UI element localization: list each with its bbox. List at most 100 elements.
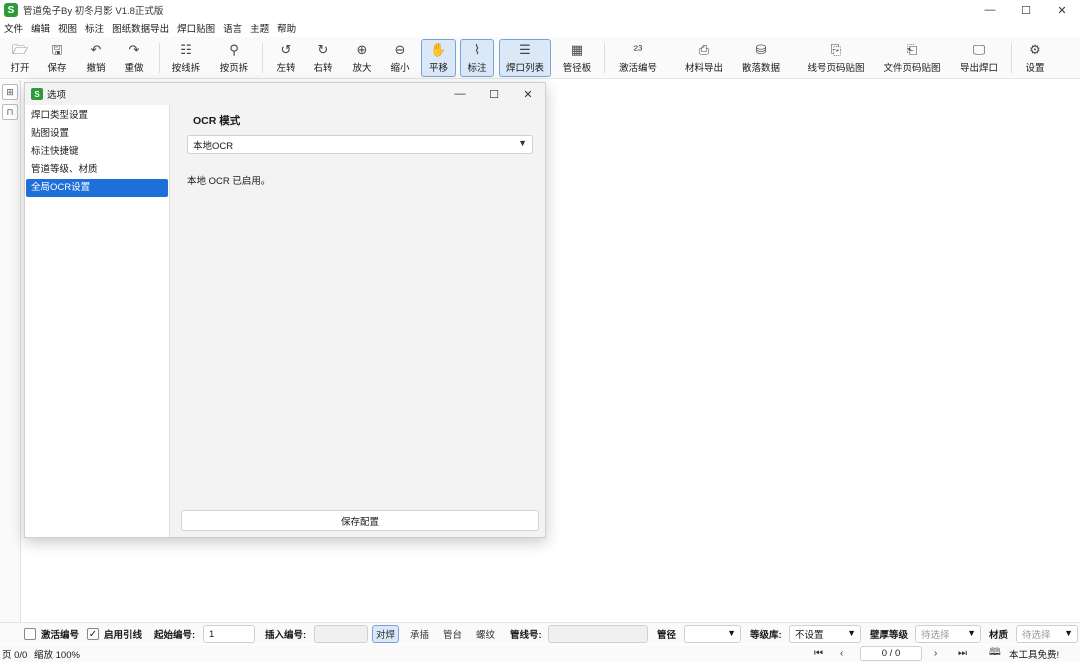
last-page-icon[interactable]: ⏭: [958, 645, 967, 662]
rotate-right-button[interactable]: ↻ 右转: [306, 39, 340, 77]
next-page-icon[interactable]: ›: [934, 645, 937, 662]
ocr-mode-heading: OCR 模式: [193, 115, 241, 127]
zoom-in-button[interactable]: ⊕ 放大: [345, 39, 379, 77]
menu-edit[interactable]: 编辑: [31, 21, 50, 35]
start-number-label: 起始编号:: [154, 630, 196, 641]
rotate-left-icon: ↺: [280, 42, 292, 57]
menu-help[interactable]: 帮助: [277, 21, 296, 35]
wall-grade-select[interactable]: 待选择 ▼: [915, 625, 981, 643]
activate-number-button[interactable]: ²³ 激活编号: [614, 39, 662, 77]
section-global-ocr[interactable]: 全局OCR设置: [26, 179, 168, 197]
start-number-group: 起始编号:: [154, 625, 195, 643]
file-page-map-button[interactable]: ⎗ 文件页码贴图: [880, 39, 944, 77]
pipe-size-select[interactable]: ▼: [684, 625, 741, 643]
export-weld-label: 导出焊口: [959, 63, 998, 74]
maximize-button[interactable]: ☐: [1008, 0, 1044, 20]
weld-type-butt[interactable]: 对焊: [372, 625, 400, 643]
settings-label: 设置: [1025, 63, 1045, 74]
enable-leader-label: 启用引线: [104, 630, 143, 641]
bookmark-icon[interactable]: ⊓: [2, 104, 18, 120]
redo-button[interactable]: ↷ 重做: [117, 39, 151, 77]
toolbar: 🗁 打开 🖫 保存 ↶ 撤销 ↷ 重做 ☷ 按线拆 ⚲ 按页拆 ↺ 左转 ↻ 右…: [0, 37, 1080, 79]
pipe-board-button[interactable]: ▦ 管径板: [558, 39, 596, 77]
menu-drawing-export[interactable]: 图纸数据导出: [112, 21, 169, 35]
save-config-button[interactable]: 保存配置: [181, 510, 539, 531]
annotate-button[interactable]: ⌇ 标注: [460, 39, 494, 77]
rotate-right-label: 右转: [313, 63, 333, 74]
folder-open-icon: 🗁: [11, 42, 29, 57]
page-number-input[interactable]: 0 / 0: [860, 646, 922, 661]
material-group: 材质: [989, 625, 1008, 643]
export-weld-button[interactable]: 🖵 导出焊口: [955, 39, 1003, 77]
split-by-page-label: 按页拆: [219, 63, 249, 74]
menu-language[interactable]: 语言: [223, 21, 242, 35]
wall-grade-placeholder: 待选择: [921, 630, 950, 641]
start-number-group: 1: [203, 625, 255, 643]
minimize-button[interactable]: —: [972, 0, 1008, 20]
section-map-settings[interactable]: 贴图设置: [26, 125, 168, 143]
material-select[interactable]: 待选择 ▼: [1016, 625, 1078, 643]
material-group: 待选择 ▼: [1016, 625, 1078, 643]
material-placeholder: 待选择: [1022, 630, 1051, 641]
menu-weld-map[interactable]: 焊口贴图: [177, 21, 215, 35]
dialog-body: 焊口类型设置 贴图设置 标注快捷键 管道等级、材质 全局OCR设置 OCR 模式…: [25, 105, 545, 537]
activate-number-toggle[interactable]: 激活编号: [24, 625, 79, 643]
weld-type-boss[interactable]: 管台: [443, 627, 462, 641]
activate-number-label: 激活编号: [41, 630, 80, 641]
window-controls: — ☐ ✕: [972, 0, 1080, 20]
grid-icon[interactable]: ⊞: [2, 84, 18, 100]
menu-file[interactable]: 文件: [4, 21, 23, 35]
wall-grade-group: 壁厚等级: [870, 625, 908, 643]
pipe-size-label: 管径: [657, 630, 677, 641]
rotate-left-button[interactable]: ↺ 左转: [269, 39, 303, 77]
rotate-right-icon: ↻: [317, 42, 329, 57]
menu-theme[interactable]: 主题: [250, 21, 269, 35]
wall-grade-group: 待选择 ▼: [915, 625, 981, 643]
line-number-input[interactable]: [548, 625, 648, 643]
insert-number-input[interactable]: [314, 625, 368, 643]
section-weld-type[interactable]: 焊口类型设置: [26, 107, 168, 125]
activate-number-checkbox[interactable]: [24, 628, 36, 640]
app-title: 管道兔子By 初冬月影 V1.8正式版: [23, 6, 164, 17]
weld-type-thread[interactable]: 螺纹: [476, 627, 495, 641]
pan-button[interactable]: ✋ 平移: [421, 39, 456, 77]
dialog-maximize-button[interactable]: ☐: [477, 83, 511, 105]
open-label: 打开: [10, 63, 30, 74]
save-button[interactable]: 🖫 保存: [40, 39, 74, 77]
open-button[interactable]: 🗁 打开: [3, 39, 37, 77]
undo-button[interactable]: ↶ 撤销: [79, 39, 113, 77]
weld-type-group: 螺纹: [476, 625, 495, 643]
toolbar-divider: [262, 43, 263, 73]
scatter-data-button[interactable]: ⛁ 散落数据: [737, 39, 785, 77]
material-export-button[interactable]: ⎙ 材料导出: [680, 39, 728, 77]
weld-list-icon: ☰: [519, 42, 531, 57]
zoom-in-label: 放大: [352, 63, 372, 74]
file-page-map-icon: ⎗: [906, 42, 918, 57]
menu-view[interactable]: 视图: [58, 21, 77, 35]
enable-leader-toggle[interactable]: ✓ 启用引线: [87, 625, 142, 643]
weld-type-socket[interactable]: 承插: [410, 627, 429, 641]
dialog-minimize-button[interactable]: —: [443, 83, 477, 105]
section-annotate-shortcuts[interactable]: 标注快捷键: [26, 143, 168, 161]
menu-annotate[interactable]: 标注: [85, 21, 104, 35]
ocr-mode-select[interactable]: 本地OCR ▼: [187, 135, 533, 154]
chevron-down-icon: ▼: [967, 628, 976, 638]
dialog-title-bar[interactable]: S 选项 — ☐ ✕: [25, 83, 545, 105]
line-page-map-button[interactable]: ⎘ 线号页码贴图: [804, 39, 868, 77]
weld-type-group: 管台: [443, 625, 462, 643]
split-by-line-button[interactable]: ☷ 按线拆: [166, 39, 206, 77]
start-number-input[interactable]: 1: [203, 625, 255, 643]
first-page-icon[interactable]: ⏮: [814, 645, 823, 662]
split-by-page-button[interactable]: ⚲ 按页拆: [214, 39, 254, 77]
prev-page-icon[interactable]: ‹: [840, 645, 843, 662]
enable-leader-checkbox[interactable]: ✓: [87, 628, 99, 640]
grade-lib-select[interactable]: 不设置 ▼: [789, 625, 861, 643]
rotate-left-label: 左转: [276, 63, 296, 74]
zoom-out-button[interactable]: ⊖ 缩小: [383, 39, 417, 77]
dialog-close-button[interactable]: ✕: [511, 83, 545, 105]
weld-list-button[interactable]: ☰ 焊口列表: [499, 39, 551, 77]
section-pipe-grade-material[interactable]: 管道等级、材质: [26, 161, 168, 179]
settings-button[interactable]: ⚙ 设置: [1018, 39, 1052, 77]
save-icon: 🖫: [51, 42, 63, 57]
close-button[interactable]: ✕: [1044, 0, 1080, 20]
